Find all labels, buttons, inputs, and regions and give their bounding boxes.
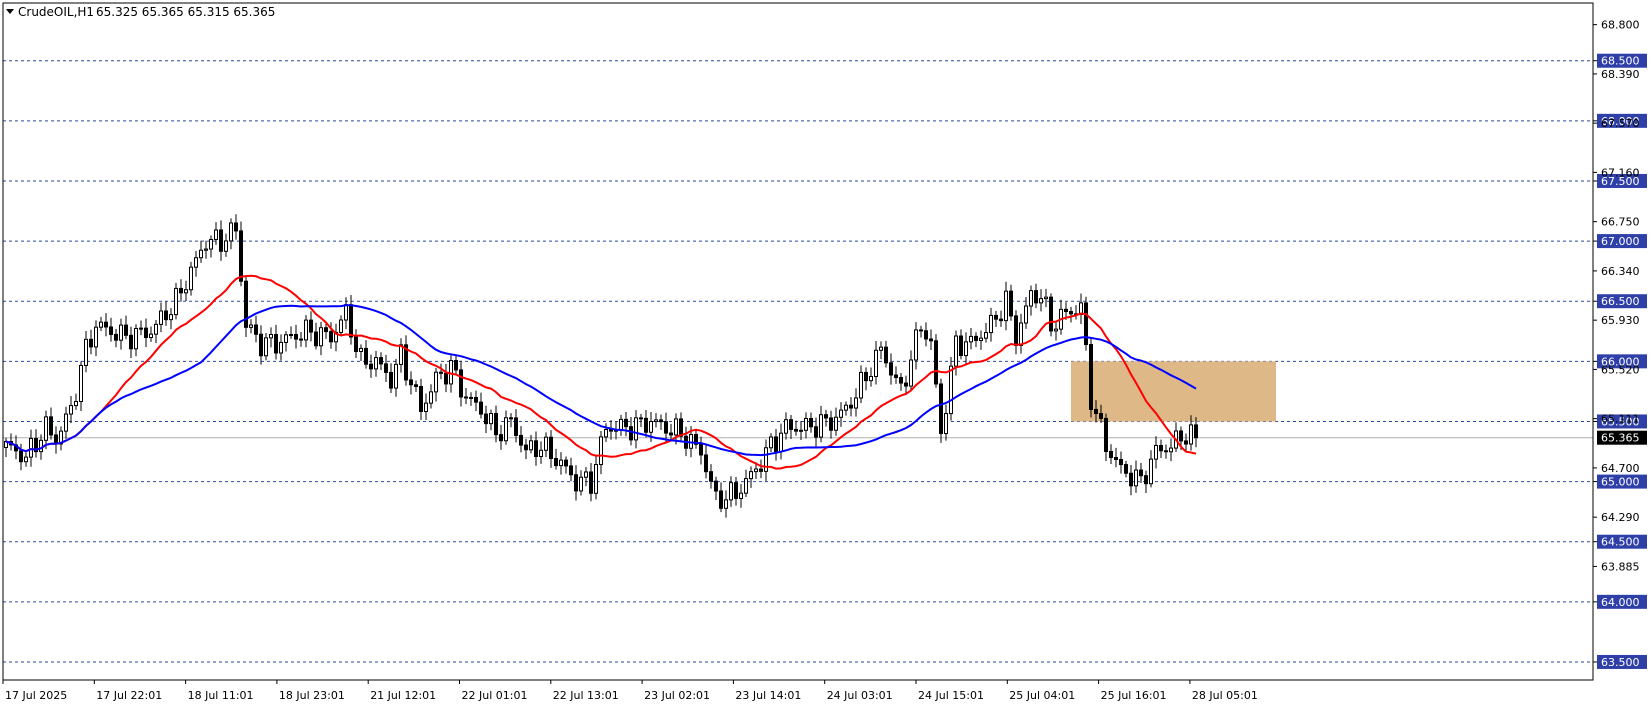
symbol-label: CrudeOIL,H1 — [18, 5, 94, 19]
last-price-label: 65.365 — [1601, 432, 1640, 445]
x-tick-label: 17 Jul 22:01 — [96, 689, 162, 702]
level-badge-label: 64.000 — [1601, 596, 1640, 609]
y-tick-label: 64.700 — [1601, 462, 1640, 475]
x-tick-label: 28 Jul 05:01 — [1192, 689, 1258, 702]
supply-zone[interactable] — [1071, 361, 1276, 422]
chart-area[interactable]: 68.500 68.000 67.500 67.000 66.500 66.000 65.5… — [0, 0, 1651, 705]
candle[interactable] — [1084, 296, 1088, 351]
y-tick-label: 66.340 — [1601, 265, 1640, 278]
y-tick-label: 64.290 — [1601, 511, 1640, 524]
candle[interactable] — [939, 378, 943, 443]
level-badge-label: 64.500 — [1601, 536, 1640, 549]
y-tick-label: 67.160 — [1601, 166, 1640, 179]
price-chart[interactable]: 68.50068.00067.50067.00066.50066.00065.5… — [0, 0, 1651, 705]
y-tick-label: 68.390 — [1601, 68, 1640, 81]
y-tick-label: 65.930 — [1601, 314, 1640, 327]
x-tick-label: 22 Jul 01:01 — [462, 689, 528, 702]
x-tick-label: 18 Jul 23:01 — [279, 689, 345, 702]
x-tick-label: 17 Jul 2025 — [5, 689, 67, 702]
x-tick-label: 21 Jul 12:01 — [370, 689, 436, 702]
y-tick-label: 68.800 — [1601, 19, 1640, 32]
x-tick-label: 25 Jul 04:01 — [1009, 689, 1075, 702]
y-tick-label: 63.885 — [1601, 560, 1640, 573]
y-tick-label: 65.520 — [1601, 363, 1640, 376]
x-tick-label: 22 Jul 13:01 — [553, 689, 619, 702]
y-tick-label: 65.111 — [1601, 413, 1640, 426]
level-badge-label: 68.500 — [1601, 55, 1640, 68]
level-badge-label: 63.500 — [1601, 656, 1640, 669]
candle[interactable] — [1089, 338, 1093, 418]
x-tick-label: 25 Jul 16:01 — [1101, 689, 1167, 702]
candle[interactable] — [934, 334, 938, 388]
x-tick-label: 24 Jul 03:01 — [827, 689, 893, 702]
candle[interactable] — [1049, 293, 1053, 337]
level-badge-label: 67.000 — [1601, 235, 1640, 248]
x-tick-label: 23 Jul 02:01 — [644, 689, 710, 702]
x-tick-label: 23 Jul 14:01 — [735, 689, 801, 702]
level-badge-label: 66.500 — [1601, 295, 1640, 308]
candle[interactable] — [244, 275, 248, 337]
y-tick-label: 67.570 — [1601, 117, 1640, 130]
candle[interactable] — [949, 357, 953, 421]
candle[interactable] — [174, 282, 178, 320]
x-tick-label: 18 Jul 11:01 — [188, 689, 254, 702]
level-badge-label: 65.000 — [1601, 476, 1640, 489]
ohlc-readout: 65.325 65.365 65.315 65.365 — [96, 5, 275, 19]
x-tick-label: 24 Jul 15:01 — [918, 689, 984, 702]
y-tick-label: 66.750 — [1601, 216, 1640, 229]
